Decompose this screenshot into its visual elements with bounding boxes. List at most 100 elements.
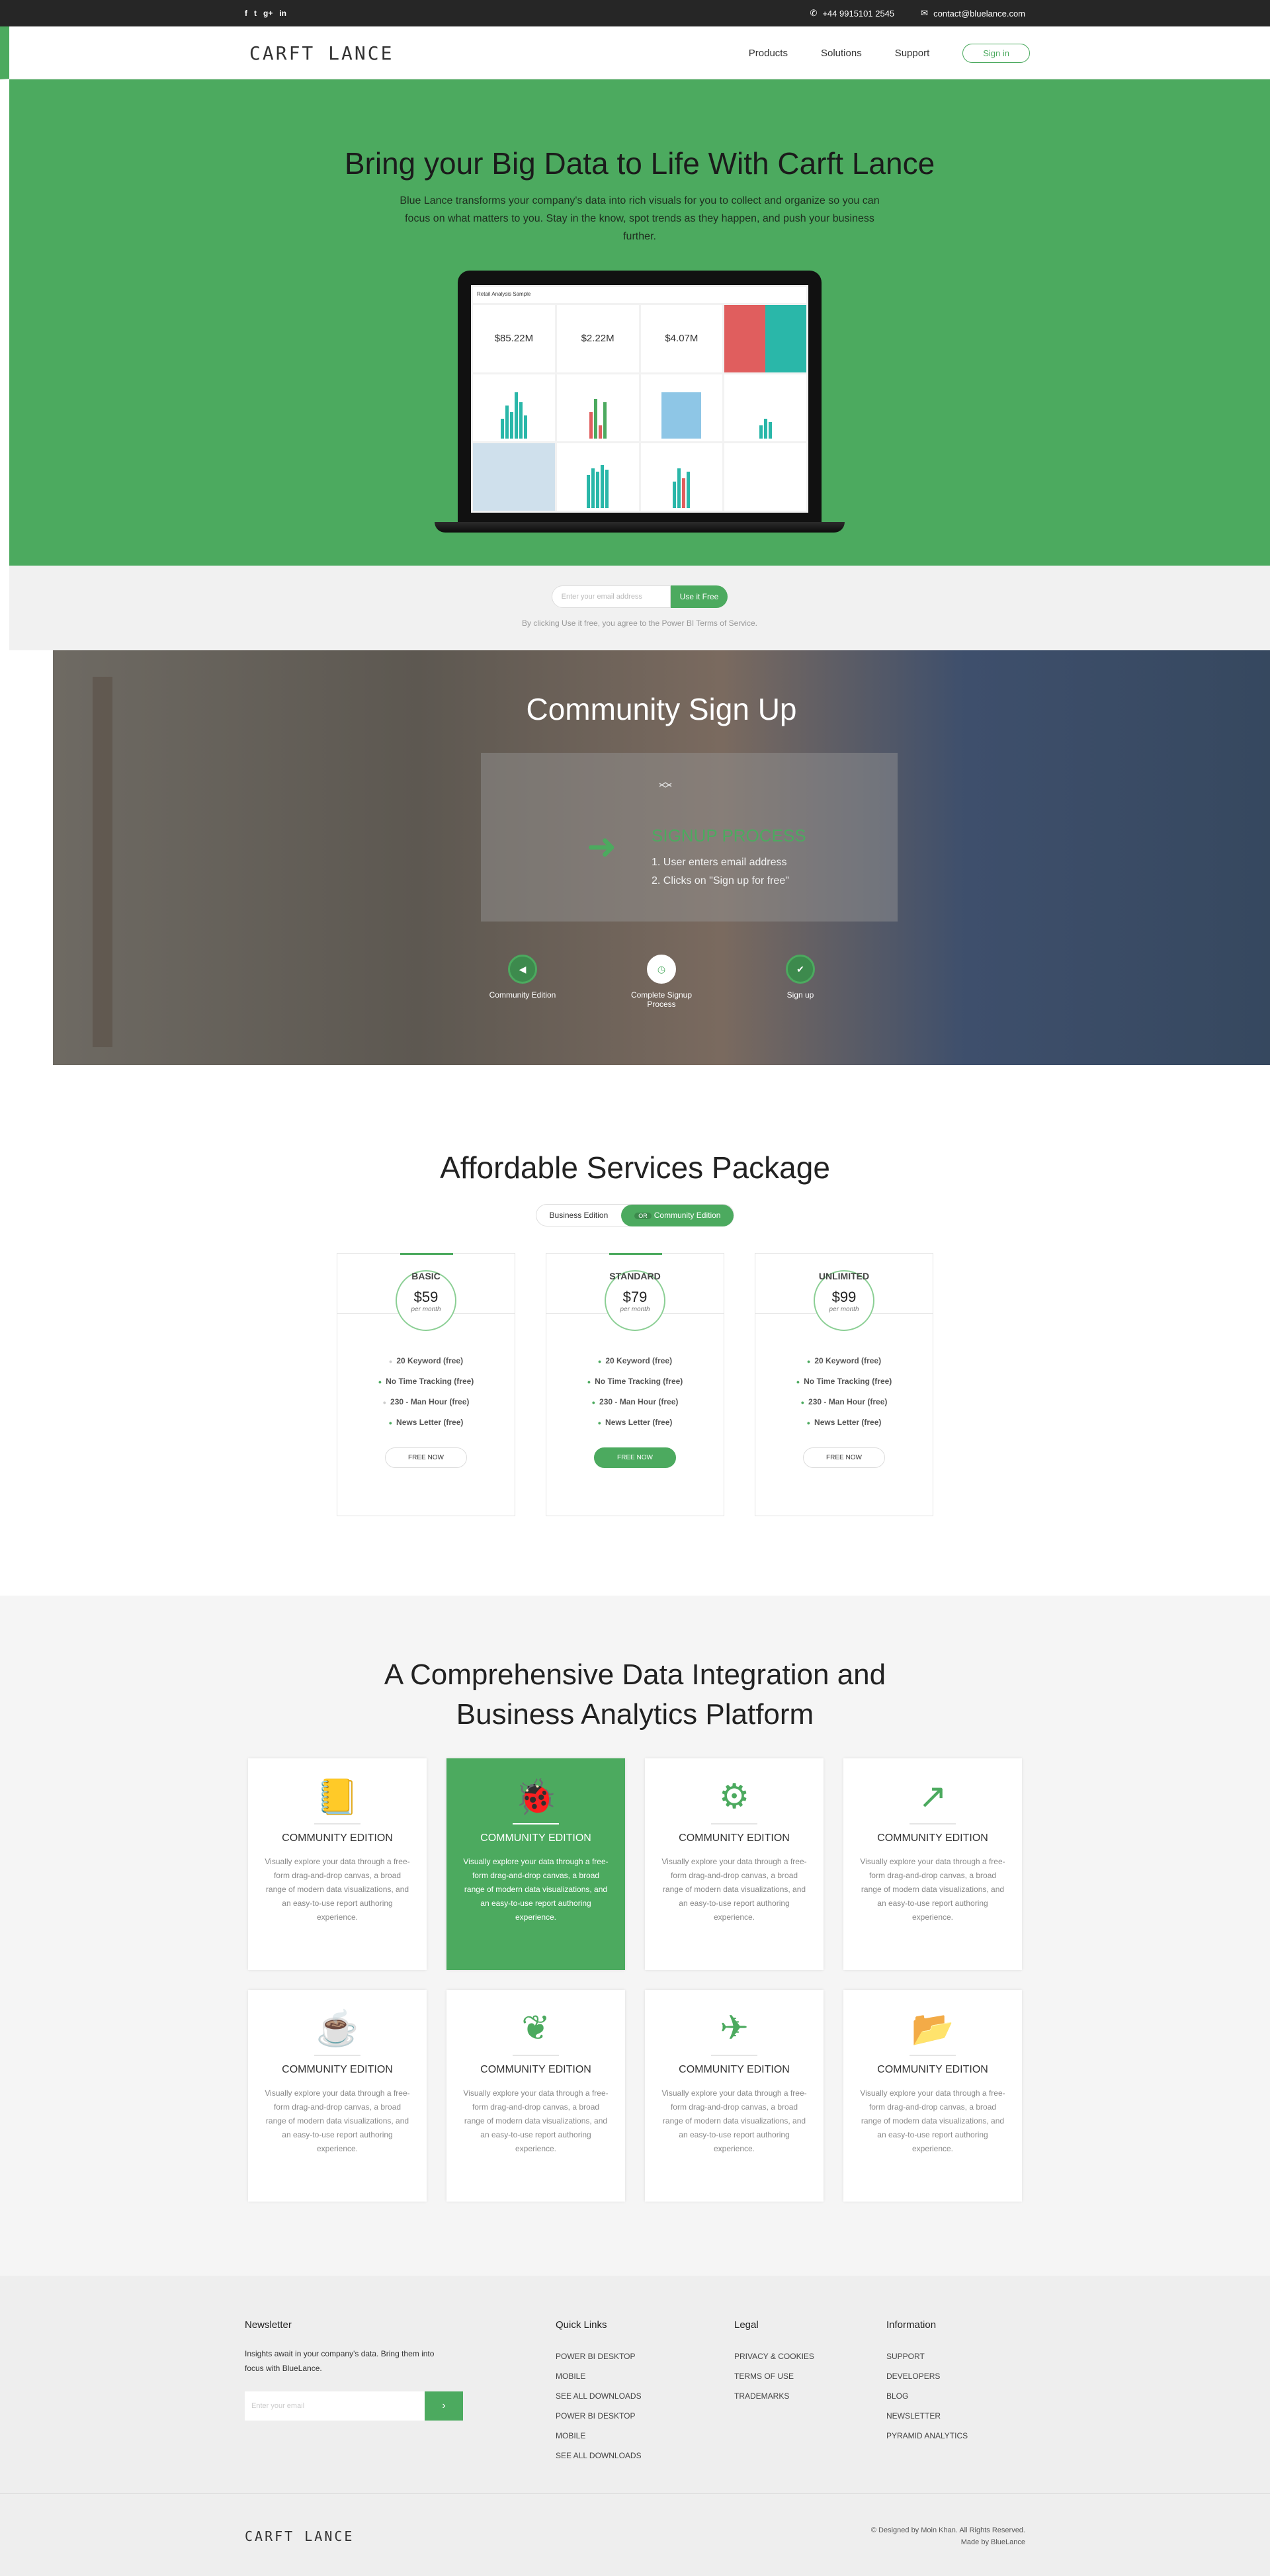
divider [711,2055,757,2056]
feature-card[interactable]: 📒 COMMUNITY EDITION Visually explore your … [248,1758,427,1970]
feature-text: Visually explore your data through a fre… [860,2088,1005,2153]
toggle-knob: OR [634,1212,652,1219]
linkedin-icon[interactable]: in [279,9,286,18]
plan-feature: 230 - Man Hour (free) [755,1392,933,1412]
legal-title: Legal [734,2319,759,2331]
nav-item-support[interactable]: Support [895,48,930,59]
funnel-tile [640,374,723,442]
divider [314,2055,360,2056]
terms-text: By clicking Use it free, you agree to th… [522,619,757,628]
use-it-free-button[interactable]: Use it Free [670,585,728,608]
email-address: contact@bluelance.com [933,8,1025,19]
toggle-business-edition[interactable]: Business Edition [536,1205,622,1226]
price-period: per month [411,1305,441,1313]
newsletter-submit-button[interactable]: › [425,2391,463,2421]
footer-link[interactable]: NEWSLETTER [886,2406,968,2426]
feature-card[interactable]: ↗ COMMUNITY EDITION Visually explore your … [843,1758,1022,1970]
footer-link[interactable]: POWER BI DESKTOP [556,2346,734,2366]
step-sign-up[interactable]: ✔ Sign up [761,955,840,1009]
divider [711,1823,757,1825]
signup-process-panel: ︿ ﹀ ➜ SIGNUP PROCESS 1. User enters email… [481,753,898,922]
footer-link[interactable]: SEE ALL DOWNLOADS [556,2446,734,2466]
coffee-icon: ☕ [316,2010,359,2048]
plan-feature: No Time Tracking (free) [337,1371,515,1392]
plan-feature: News Letter (free) [755,1412,933,1433]
logo[interactable]: CARFT LANCE [249,42,394,64]
nav-menu: Products Solutions Support Sign in [749,43,1030,63]
plan-feature: 20 Keyword (free) [337,1351,515,1371]
footer-link[interactable]: POWER BI DESKTOP [556,2406,734,2426]
feature-card[interactable]: ⚙ COMMUNITY EDITION Visually explore your … [645,1758,824,1970]
plan-name: BASIC [411,1271,441,1281]
footer-link[interactable]: PYRAMID ANALYTICS [886,2426,968,2446]
newsletter-title: Newsletter [245,2319,292,2331]
divider [910,1823,956,1825]
chevron-arrows-icon: ︿ ﹀ [659,775,672,797]
free-now-button[interactable]: FREE NOW [803,1447,885,1468]
phone-icon: ✆ [810,8,818,18]
step-label: Sign up [786,990,814,1000]
toggle-community-edition[interactable]: OR Community Edition [621,1204,734,1226]
facebook-icon[interactable]: f [245,9,247,18]
footer-logo[interactable]: CARFT LANCE [245,2528,354,2544]
feature-card[interactable]: ☕ COMMUNITY EDITION Visually explore your … [248,1990,427,2202]
free-now-button[interactable]: FREE NOW [385,1447,467,1468]
plan-features: 20 Keyword (free) No Time Tracking (free… [546,1351,724,1433]
sign-in-button[interactable]: Sign in [962,43,1030,63]
features-section: A Comprehensive Data Integration and Busi… [0,1596,1270,2276]
footer-link[interactable]: TERMS OF USE [734,2366,886,2386]
step-complete-signup[interactable]: ◷ Complete Signup Process [622,955,701,1009]
laptop-base [435,522,845,533]
feature-text: Visually explore your data through a fre… [661,2088,807,2153]
footer-link[interactable]: BLOG [886,2386,968,2406]
pricing-title: Affordable Services Package [440,1150,830,1185]
feature-card[interactable]: ❦ COMMUNITY EDITION Visually explore your … [446,1990,625,2202]
footer-link[interactable]: TRADEMARKS [734,2386,886,2406]
nav-item-products[interactable]: Products [749,48,788,59]
feature-card[interactable]: 📂 COMMUNITY EDITION Visually explore your … [843,1990,1022,2202]
feature-card[interactable]: 🐞 COMMUNITY EDITION Visually explore your … [446,1758,625,1970]
plan-feature: 20 Keyword (free) [546,1351,724,1371]
plan-feature: 230 - Man Hour (free) [337,1392,515,1412]
google-plus-icon[interactable]: g+ [263,9,273,18]
treemap-tile [724,305,806,372]
footer-link[interactable]: PRIVACY & COOKIES [734,2346,886,2366]
free-now-button[interactable]: FREE NOW [594,1447,676,1468]
copyright-bar: CARFT LANCE © Designed by Moin Khan. All… [0,2494,1270,2576]
divider [910,2055,956,2056]
kpi-value: $85.22M [494,333,534,345]
kpi-tile: $2.22M [556,305,639,372]
feature-title: COMMUNITY EDITION [282,2064,393,2075]
footer-link[interactable]: MOBILE [556,2366,734,2386]
gears-icon: ⚙ [718,1778,750,1816]
laptop-image: Retail Analysis Sample $85.22M $2.22M $4… [435,271,845,533]
divider [513,1823,559,1825]
footer-link[interactable]: SEE ALL DOWNLOADS [556,2386,734,2406]
plan-feature: 230 - Man Hour (free) [546,1392,724,1412]
community-section: Community Sign Up ︿ ﹀ ➜ SIGNUP PROCESS 1.… [53,650,1270,1065]
price-period: per month [620,1305,650,1313]
feature-card[interactable]: ✈ COMMUNITY EDITION Visually explore your … [645,1990,824,2202]
credit-line: Made by BlueLance [960,2538,1025,2546]
nav-item-solutions[interactable]: Solutions [821,48,862,59]
contact-info: ✆ +44 9915101 2545 ✉ contact@bluelance.com [810,8,1025,19]
newsletter-email-input[interactable]: Enter your email [245,2391,425,2421]
step-community-edition[interactable]: ◀ Community Edition [483,955,562,1009]
twitter-icon[interactable]: t [254,9,257,18]
feature-text: Visually explore your data through a fre… [860,1857,1005,1922]
chart-tile [724,443,806,511]
email-contact[interactable]: ✉ contact@bluelance.com [921,8,1025,19]
footer-link[interactable]: MOBILE [556,2426,734,2446]
phone-contact[interactable]: ✆ +44 9915101 2545 [810,8,894,19]
kpi-value: $2.22M [581,333,614,345]
footer-link[interactable]: DEVELOPERS [886,2366,968,2386]
footer-link[interactable]: SUPPORT [886,2346,968,2366]
folder-open-icon: 📂 [911,2010,954,2048]
process-title: SIGNUP PROCESS [652,826,806,845]
footer: Newsletter Insights await in your compan… [0,2276,1270,2494]
email-input[interactable]: Enter your email address [551,585,671,608]
external-link-icon: ↗ [918,1778,947,1816]
plan-card: BASIC $59per month 20 Keyword (free) No … [337,1253,515,1516]
legal-column: Legal PRIVACY & COOKIES TERMS OF USE TRA… [734,2319,886,2466]
laptop-screen: Retail Analysis Sample $85.22M $2.22M $4… [458,271,822,522]
